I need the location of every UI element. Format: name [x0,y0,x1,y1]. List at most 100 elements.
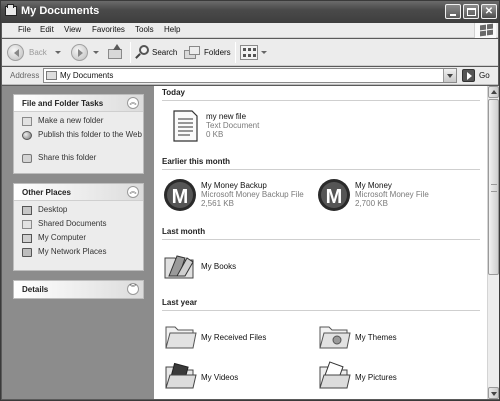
menu-favorites[interactable]: Favorites [92,25,125,34]
folder-icon [165,326,197,349]
menu-edit[interactable]: Edit [40,25,54,34]
minimize-icon [450,14,456,16]
file-item[interactable]: my new file Text Document 0 KB [168,109,318,149]
back-label: Back [29,48,47,57]
panel-header[interactable]: Other Places ︽ [14,184,143,201]
task-publish-to-web[interactable]: Publish this folder to the Web [22,130,143,150]
toolbar-separator [130,42,131,63]
go-button[interactable]: Go [462,69,496,83]
search-label: Search [152,48,178,57]
group-header-earlier-this-month: Earlier this month [162,156,480,170]
globe-icon [22,131,32,140]
up-button[interactable] [108,43,126,62]
search-button[interactable]: Search [135,43,180,62]
task-label: Publish this folder to the Web [38,130,142,139]
network-icon [22,248,32,257]
collapse-chevron-icon[interactable]: ︽ [127,186,139,198]
group-header-last-month: Last month [162,226,480,240]
windows-logo-icon [474,23,496,38]
title-bar[interactable]: My Documents ✕ [1,1,499,23]
file-name: My Pictures [355,373,397,382]
back-dropdown-icon[interactable] [55,51,61,54]
place-label: My Computer [38,233,87,242]
forward-button[interactable] [71,43,99,62]
views-dropdown-icon [261,51,267,54]
panel-title: Details [22,285,49,294]
folder-icon [22,220,32,229]
svg-text:M: M [326,186,343,208]
maximize-button[interactable] [463,4,479,19]
expand-chevron-icon[interactable]: ︾ [127,283,139,295]
file-item[interactable]: My Themes [317,319,467,359]
task-make-new-folder[interactable]: Make a new folder [22,116,143,127]
money-file-icon: M [164,179,196,211]
file-type: Microsoft Money Backup File [201,190,304,199]
file-name: My Videos [201,373,239,382]
address-value[interactable]: My Documents [60,71,113,80]
file-item[interactable]: M My Money Backup Microsoft Money Backup… [163,178,313,218]
place-shared-documents[interactable]: Shared Documents [22,219,143,230]
close-button[interactable]: ✕ [481,4,497,19]
folders-button[interactable]: Folders [184,43,232,62]
computer-icon [22,234,32,243]
panel-header[interactable]: File and Folder Tasks ︽ [14,95,143,112]
folder-icon [46,71,57,80]
menu-help[interactable]: Help [164,25,180,34]
file-item[interactable]: My Videos [163,359,313,399]
address-field[interactable]: My Documents [43,68,457,83]
toolbar-separator [235,42,236,63]
place-label: My Network Places [38,247,107,256]
scroll-down-button[interactable] [488,387,499,399]
books-folder-icon [164,255,194,279]
place-label: Shared Documents [38,219,107,228]
views-button[interactable] [240,43,268,62]
file-item[interactable]: M My Money Microsoft Money File 2,700 KB [317,178,467,218]
file-name: My Themes [355,333,397,342]
file-name: My Money Backup [201,181,267,190]
minimize-button[interactable] [445,4,461,19]
search-icon [135,45,150,60]
file-item[interactable]: My Books [163,248,313,288]
file-name: My Books [201,262,237,271]
file-size: 2,700 KB [355,199,388,208]
file-size: 2,561 KB [201,199,234,208]
vertical-scrollbar[interactable] [487,86,499,399]
file-list-view: Today my new file Text Document 0 KB Ear… [154,86,487,399]
place-my-computer[interactable]: My Computer [22,233,143,244]
panel-header[interactable]: Details ︾ [14,281,143,298]
file-item[interactable]: My Pictures [317,359,467,399]
group-header-last-year: Last year [162,297,480,311]
file-name: My Received Files [201,333,267,342]
menu-view[interactable]: View [64,25,81,34]
svg-text:M: M [172,186,189,208]
place-network-places[interactable]: My Network Places [22,247,143,258]
details-panel: Details ︾ [13,280,144,299]
file-size: 0 KB [206,130,224,139]
window-title: My Documents [21,5,100,17]
file-item[interactable]: My Received Files [163,319,313,359]
address-dropdown-button[interactable] [443,69,456,82]
task-label: Share this folder [38,153,97,162]
task-share-folder[interactable]: Share this folder [22,153,143,164]
go-arrow-icon [462,69,475,82]
file-type: Text Document [206,121,260,130]
collapse-chevron-icon[interactable]: ︽ [127,97,139,109]
other-places-panel: Other Places ︽ Desktop Shared Documents … [13,183,144,271]
menu-tools[interactable]: Tools [135,25,154,34]
back-arrow-icon [7,44,24,61]
file-type: Microsoft Money File [355,190,429,199]
forward-dropdown-icon[interactable] [93,51,99,54]
text-document-icon [173,110,198,142]
folder-app-icon [5,4,17,16]
panel-title: Other Places [22,188,71,197]
themes-folder-icon [319,326,351,349]
back-button[interactable]: Back [7,43,63,62]
place-desktop[interactable]: Desktop [22,205,143,216]
videos-folder-icon [165,362,197,389]
scroll-up-button[interactable] [488,86,499,98]
scroll-thumb[interactable] [488,99,499,275]
menu-file[interactable]: File [18,25,31,34]
new-folder-icon [22,117,32,126]
task-label: Make a new folder [38,116,104,125]
desktop-icon [22,206,32,215]
